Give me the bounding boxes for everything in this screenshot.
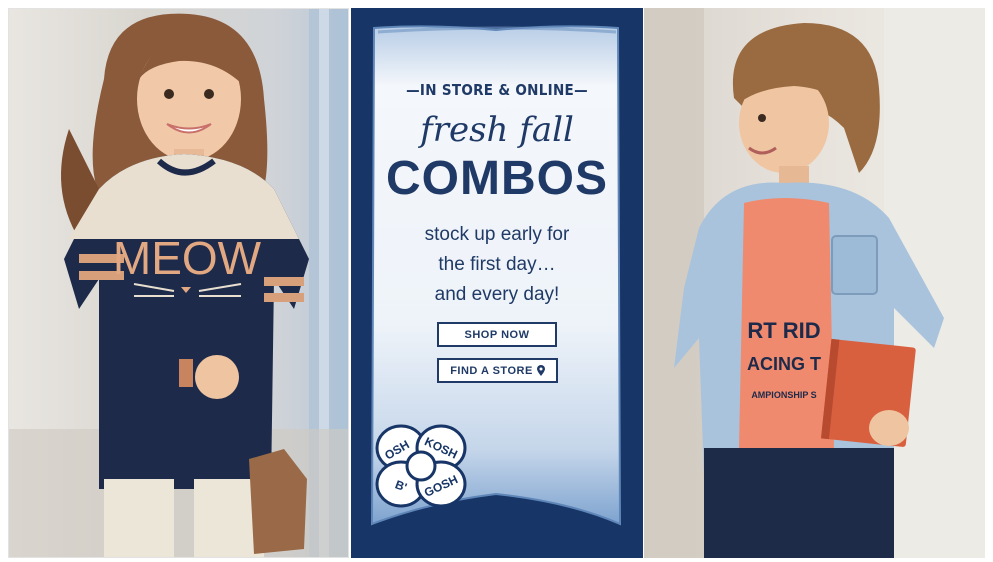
boy-denim-photo[interactable]: RT RID ACING T AMPIONSHIP S: [644, 8, 985, 558]
script-headline: fresh fall: [420, 110, 574, 150]
tagline-line: and every day!: [434, 284, 560, 305]
girl-meow-photo[interactable]: MEOW: [8, 8, 349, 558]
shirt-text: MEOW: [113, 232, 262, 284]
tagline: stock up early for the first day… and ev…: [351, 220, 643, 310]
eyebrow-text: —IN STORE & ONLINE—: [406, 81, 588, 99]
boy-illustration: RT RID ACING T AMPIONSHIP S: [644, 8, 985, 558]
promo-panel: —IN STORE & ONLINE— fresh fall COMBOS st…: [351, 8, 643, 558]
main-headline: COMBOS: [386, 152, 608, 205]
find-a-store-button[interactable]: FIND A STORE: [437, 358, 558, 383]
tee-text-line: ACING T: [747, 354, 821, 374]
location-pin-icon: [536, 365, 545, 376]
oshkosh-bgosh-logo[interactable]: OSH KOSH B' GOSH: [373, 418, 469, 514]
tagline-line: stock up early for: [424, 224, 570, 245]
shop-now-label: SHOP NOW: [464, 328, 530, 341]
shop-now-button[interactable]: SHOP NOW: [437, 322, 557, 347]
tee-text-line: RT RID: [747, 318, 820, 343]
tee-text-line: AMPIONSHIP S: [751, 390, 816, 400]
find-a-store-label: FIND A STORE: [450, 364, 533, 377]
girl-illustration: MEOW: [9, 9, 348, 557]
tagline-line: the first day…: [438, 254, 556, 275]
